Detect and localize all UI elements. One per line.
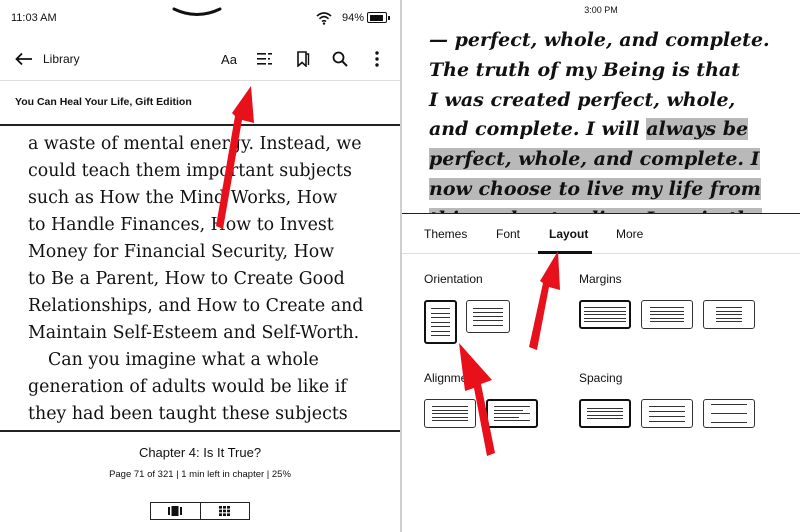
page-progress: Page 71 of 321 | 1 min left in chapter |…: [109, 469, 291, 480]
tab-more[interactable]: More: [616, 227, 643, 241]
display-settings-sheet: Themes Font Layout More Orientation Marg…: [402, 213, 800, 532]
reading-text: — perfect, whole, and complete. The trut…: [429, 26, 799, 235]
margins-narrow-option[interactable]: [579, 300, 631, 329]
alignment-left-option[interactable]: [486, 399, 538, 428]
settings-tabs: Themes Font Layout More: [402, 214, 800, 254]
reader-toolbar: Library Aa: [0, 40, 400, 78]
margins-label: Margins: [579, 272, 622, 286]
contents-icon[interactable]: [254, 48, 276, 70]
alignment-label: Alignment: [424, 371, 478, 385]
text-line: The truth of my Being is that: [429, 56, 799, 86]
search-icon[interactable]: [329, 48, 351, 70]
text-line: generation of adults would be like if: [28, 377, 347, 397]
orientation-label: Orientation: [424, 272, 483, 286]
grid-icon[interactable]: [199, 503, 250, 519]
orientation-portrait-option[interactable]: [424, 300, 457, 344]
highlighted-text[interactable]: perfect, whole, and complete. I: [429, 148, 760, 171]
text-segment: — perfect, whole, and complete.: [429, 29, 770, 51]
text-line: to Handle Finances, How to Invest: [28, 215, 334, 235]
text-line: — perfect, whole, and complete.: [429, 26, 799, 56]
text-line: and complete. I will always be: [429, 115, 799, 145]
text-line: Relationships, and How to Create and: [28, 296, 364, 316]
text-line: a waste of mental energy. Instead, we: [28, 134, 362, 154]
status-bar: 11:03 AM 94%: [0, 0, 400, 38]
status-time: 11:03 AM: [11, 12, 57, 24]
tab-layout[interactable]: Layout: [549, 227, 588, 241]
pull-down-chevron-icon[interactable]: [172, 6, 222, 20]
alignment-justified-option[interactable]: [424, 399, 476, 428]
text-line: such as How the Mind Works, How: [28, 188, 338, 208]
wifi-icon: [316, 12, 332, 25]
text-line: perfect, whole, and complete. I: [429, 145, 799, 175]
text-line: they had been taught these subjects: [28, 404, 348, 424]
library-link[interactable]: Library: [43, 52, 80, 66]
active-tab-indicator: [538, 251, 592, 254]
more-vertical-icon[interactable]: [366, 48, 388, 70]
text-line: Maintain Self-Esteem and Self-Worth.: [28, 323, 360, 343]
content-bottom-rule: [0, 430, 400, 432]
chapter-title: Chapter 4: Is It True?: [138, 445, 262, 460]
text-line: Can you imagine what a whole: [48, 350, 319, 370]
text-line: I was created perfect, whole,: [429, 86, 799, 116]
reader-screen-left: 11:03 AM 94% Library Aa You Can Heal You…: [0, 0, 400, 532]
highlighted-text[interactable]: always be: [646, 118, 749, 141]
battery-percent: 94%: [342, 12, 365, 24]
text-line: could teach them important subjects: [28, 161, 352, 181]
book-title: You Can Heal Your Life, Gift Edition: [15, 96, 192, 108]
tab-themes[interactable]: Themes: [424, 227, 467, 241]
content-top-rule: [0, 124, 400, 126]
toolbar-divider: [0, 80, 400, 81]
text-segment: and complete. I will: [429, 118, 647, 141]
battery-icon: [367, 12, 390, 23]
text-line: now choose to live my life from: [429, 175, 799, 205]
spacing-compact-option[interactable]: [579, 399, 631, 428]
font-settings-label: Aa: [221, 51, 237, 67]
text-segment: The truth of my Being is that: [429, 58, 740, 81]
view-toggle: [150, 502, 250, 520]
margins-medium-option[interactable]: [641, 300, 693, 329]
highlighted-text[interactable]: now choose to live my life from: [429, 177, 761, 200]
margins-wide-option[interactable]: [703, 300, 755, 329]
reading-text: a waste of mental energy. Instead, we co…: [28, 131, 388, 428]
spacing-label: Spacing: [579, 371, 623, 385]
font-settings-button[interactable]: Aa: [218, 48, 240, 70]
reader-screen-right: 3:00 PM — perfect, whole, and complete. …: [402, 0, 800, 532]
page-flip-icon[interactable]: [151, 503, 200, 519]
tab-font[interactable]: Font: [496, 227, 520, 241]
text-line: Money for Financial Security, How: [28, 242, 335, 262]
orientation-landscape-option[interactable]: [466, 300, 510, 333]
bookmark-icon[interactable]: [292, 48, 314, 70]
text-segment: I was created perfect, whole,: [429, 88, 736, 111]
back-arrow-icon[interactable]: [13, 48, 35, 70]
spacing-medium-option[interactable]: [641, 399, 693, 428]
status-time: 3:00 PM: [584, 5, 618, 15]
spacing-wide-option[interactable]: [703, 399, 755, 428]
text-line: to Be a Parent, How to Create Good: [28, 269, 345, 289]
